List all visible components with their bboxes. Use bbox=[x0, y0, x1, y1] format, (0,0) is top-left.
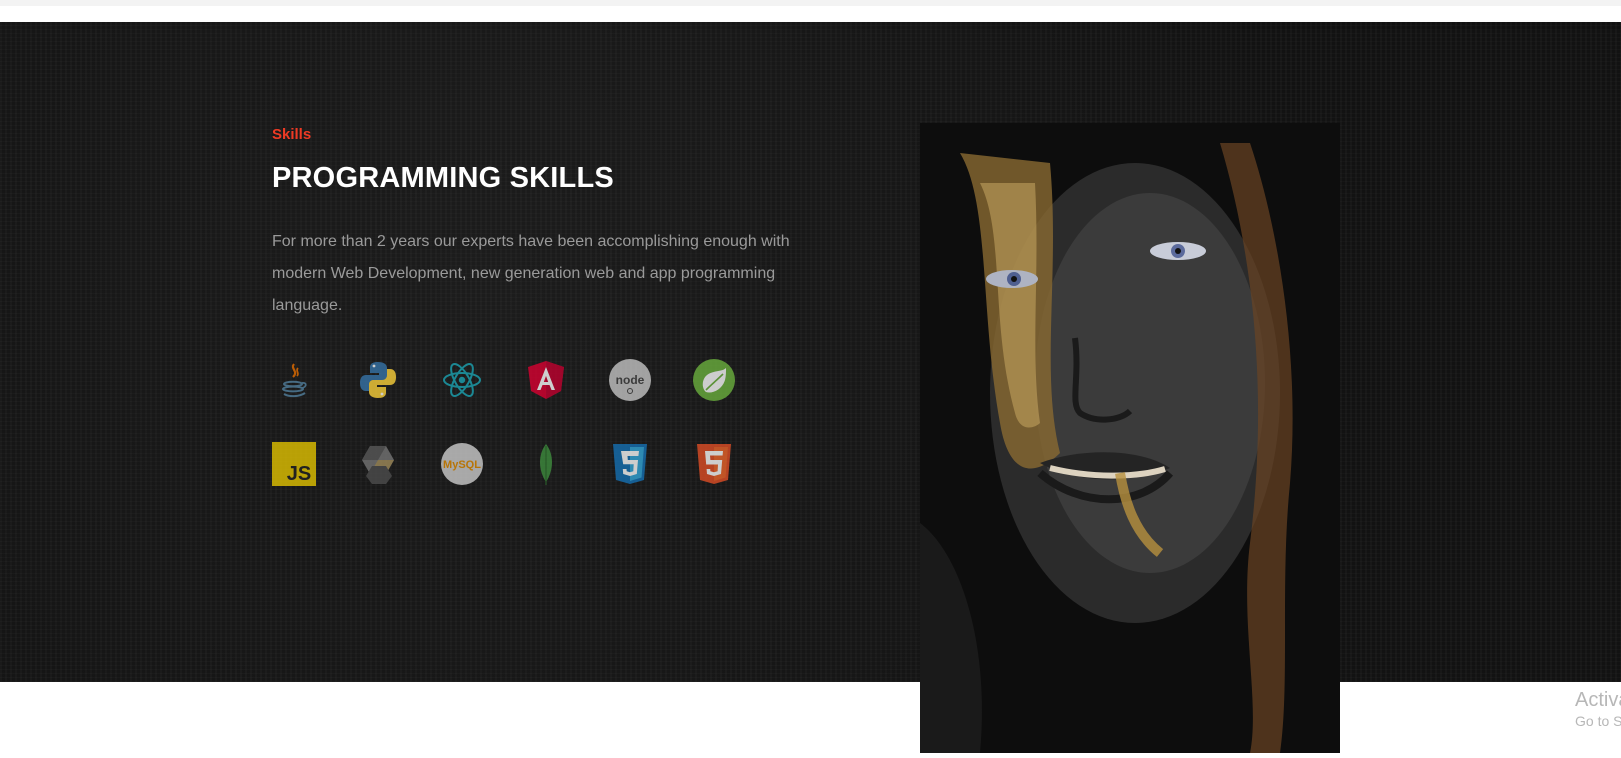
spring-icon bbox=[692, 358, 736, 402]
angular-icon bbox=[524, 358, 568, 402]
skill-icons-row-1: node bbox=[272, 358, 772, 402]
portrait-image bbox=[920, 123, 1340, 753]
mysql-icon: MySQL bbox=[440, 442, 484, 486]
section-eyebrow: Skills bbox=[272, 126, 312, 143]
watermark-subtitle: Go to S bbox=[1575, 713, 1621, 729]
section-heading: PROGRAMMING SKILLS bbox=[272, 162, 614, 194]
css3-icon bbox=[608, 442, 652, 486]
skill-icons-grid: node JS MySQL bbox=[272, 358, 772, 526]
html5-icon bbox=[692, 442, 736, 486]
svg-text:MySQL: MySQL bbox=[443, 459, 481, 471]
react-icon bbox=[440, 358, 484, 402]
svg-text:node: node bbox=[616, 373, 645, 387]
activation-watermark: Activa Go to S bbox=[1575, 688, 1621, 730]
hexagon-logo-icon bbox=[356, 442, 400, 486]
section-description: For more than 2 years our experts have b… bbox=[272, 233, 790, 314]
top-bar bbox=[0, 0, 1621, 6]
mongodb-leaf-icon bbox=[524, 442, 568, 486]
svg-text:JS: JS bbox=[287, 463, 311, 485]
python-icon bbox=[356, 358, 400, 402]
skills-section bbox=[0, 22, 1621, 682]
java-icon bbox=[272, 358, 316, 402]
javascript-icon: JS bbox=[272, 442, 316, 486]
skill-icons-row-2: JS MySQL bbox=[272, 442, 772, 486]
nodejs-icon: node bbox=[608, 358, 652, 402]
watermark-title: Activa bbox=[1575, 689, 1621, 711]
